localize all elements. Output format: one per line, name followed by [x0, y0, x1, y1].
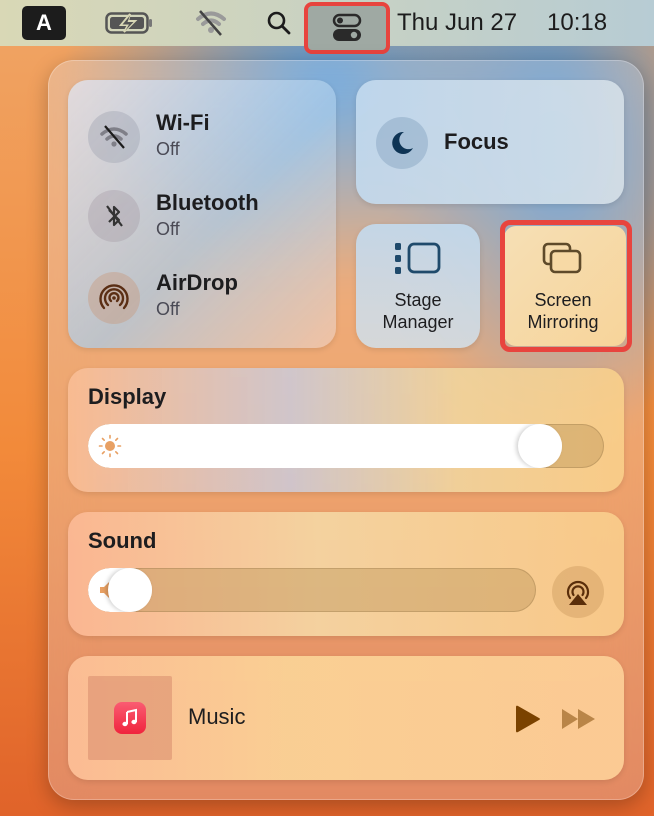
stage-manager-label-line1: Stage	[394, 290, 442, 310]
moon-icon	[392, 131, 413, 154]
spotlight-search-icon	[267, 11, 291, 35]
now-playing-app: Music	[188, 704, 246, 729]
display-title: Display	[88, 384, 167, 409]
focus-label: Focus	[444, 129, 509, 154]
spotlight-button[interactable]	[262, 0, 296, 46]
menu-bar: A Thu Jun 27 10:18	[0, 0, 654, 54]
bluetooth-off-icon	[106, 205, 123, 227]
sound-title: Sound	[88, 528, 157, 553]
menubar-date[interactable]: Thu Jun 27	[397, 0, 517, 46]
music-app-icon	[114, 702, 146, 734]
stage-manager-label: Stage Manager	[356, 289, 480, 333]
brightness-slider-knob[interactable]	[517, 424, 562, 468]
fast-forward-icon[interactable]	[560, 706, 598, 732]
screen-mirroring-label-line2: Mirroring	[527, 312, 599, 332]
input-source-label: A	[36, 10, 52, 35]
play-icon[interactable]	[512, 704, 542, 734]
wifi-menu[interactable]	[193, 0, 229, 46]
wifi-off-icon	[100, 125, 128, 149]
battery-charging-icon	[105, 12, 152, 34]
wifi-off-icon	[196, 10, 226, 36]
screen-mirroring-icon	[542, 242, 582, 274]
sun-icon	[98, 434, 122, 458]
brightness-slider[interactable]	[88, 424, 604, 468]
audio-output-button[interactable]	[552, 566, 604, 618]
airdrop-status: Off	[156, 299, 180, 319]
airdrop-toggle[interactable]	[88, 272, 140, 324]
control-center-button[interactable]	[304, 2, 390, 54]
album-art[interactable]	[88, 676, 172, 760]
screen-mirroring-label: Screen Mirroring	[504, 289, 622, 333]
volume-slider-knob[interactable]	[108, 568, 153, 612]
bluetooth-status: Off	[156, 219, 180, 239]
wifi-status: Off	[156, 139, 180, 159]
wifi-label: Wi-Fi	[156, 110, 210, 135]
bluetooth-toggle[interactable]	[88, 190, 140, 242]
battery-menu[interactable]	[104, 0, 156, 46]
airplay-audio-icon	[566, 580, 590, 605]
airdrop-icon	[99, 284, 129, 310]
wifi-toggle[interactable]	[88, 111, 140, 163]
focus-toggle[interactable]	[376, 117, 428, 169]
menubar-time[interactable]: 10:18	[547, 0, 607, 46]
control-center-icon	[332, 13, 362, 41]
screen-mirroring-label-line1: Screen	[534, 290, 592, 310]
music-note-icon	[122, 708, 137, 727]
input-source-menu[interactable]: A	[22, 6, 66, 40]
stage-manager-label-line2: Manager	[382, 312, 454, 332]
volume-slider[interactable]	[88, 568, 536, 612]
brightness-slider-fill	[88, 424, 562, 468]
airdrop-label: AirDrop	[156, 270, 238, 295]
bluetooth-label: Bluetooth	[156, 190, 259, 215]
stage-manager-icon	[395, 242, 441, 274]
